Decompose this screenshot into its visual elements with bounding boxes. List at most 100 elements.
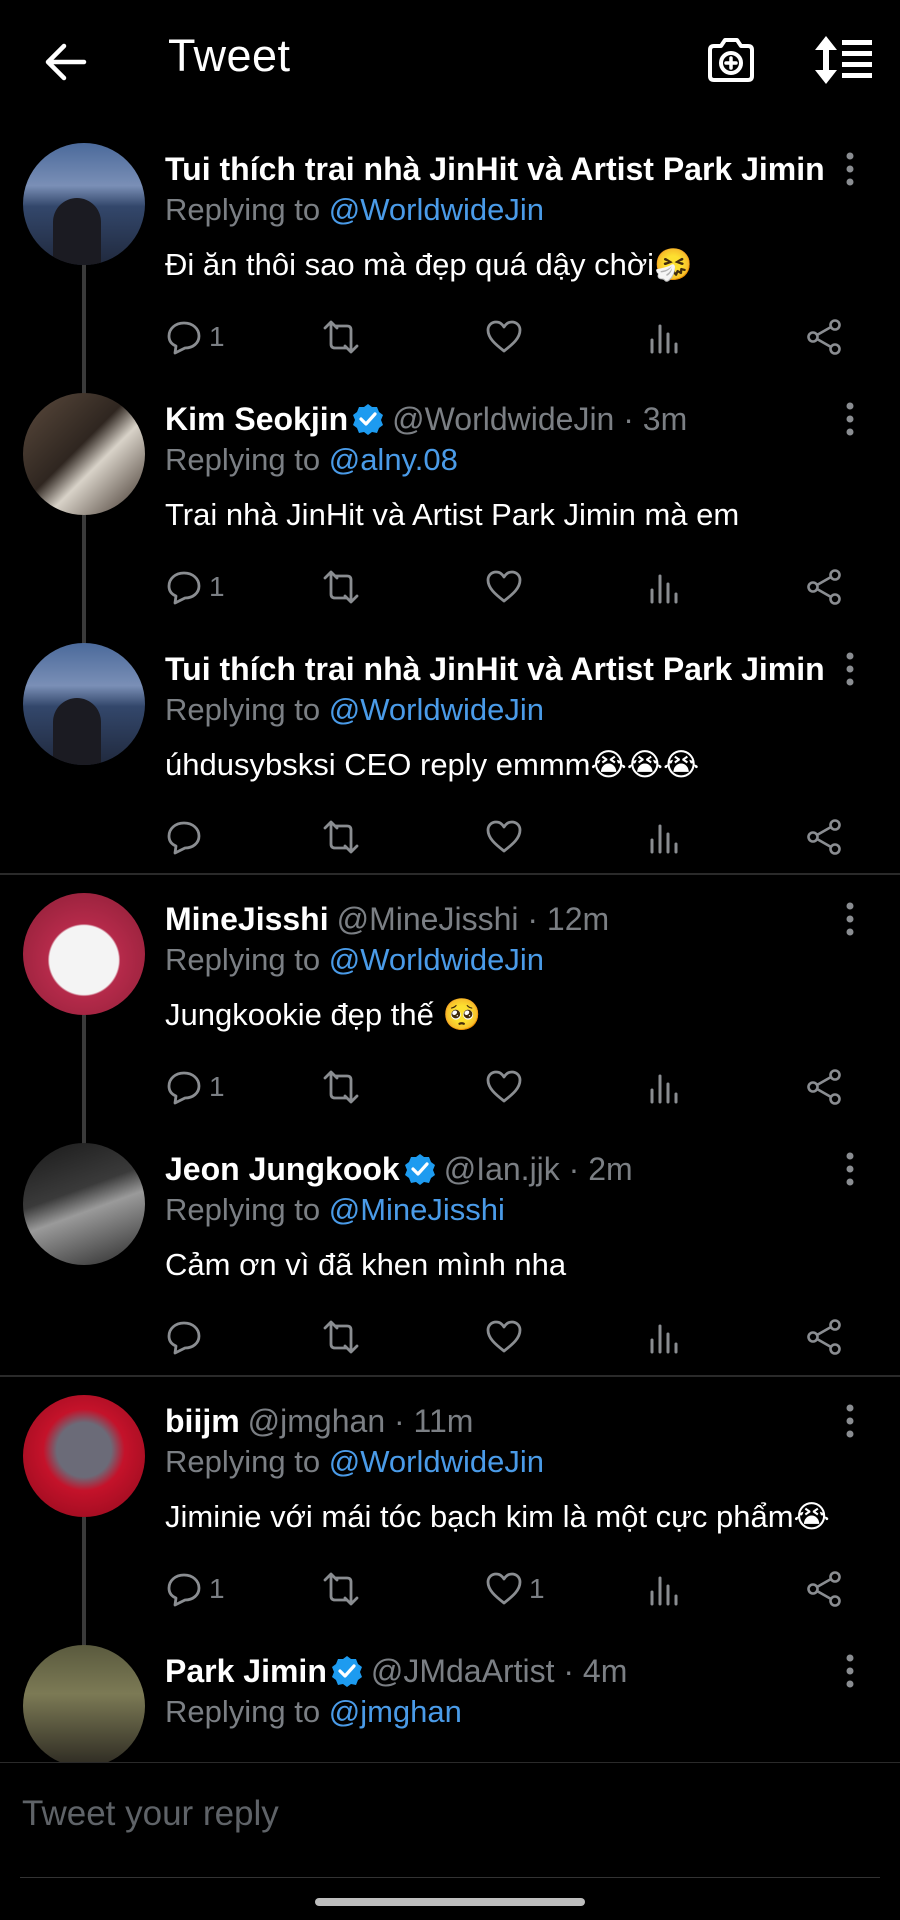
avatar[interactable] <box>23 1143 145 1265</box>
more-options-icon[interactable] <box>835 151 865 187</box>
reply-button[interactable] <box>165 813 209 861</box>
reply-button[interactable]: 1 <box>165 563 225 611</box>
analytics-button[interactable] <box>645 1063 683 1111</box>
analytics-icon <box>650 1074 678 1104</box>
tweet-item[interactable]: Tui thích trai nhà JinHit và Artist Park… <box>0 125 900 375</box>
display-name[interactable]: Tui thích trai nhà JinHit và Artist Park… <box>165 651 825 687</box>
display-name[interactable]: biijm <box>165 1403 240 1439</box>
analytics-button[interactable] <box>645 1313 683 1361</box>
replying-to-link[interactable]: @jmghan <box>329 1694 462 1729</box>
analytics-button[interactable] <box>645 313 683 361</box>
tweet-item[interactable]: MineJisshi @MineJisshi · 12m Replying to … <box>0 875 900 1125</box>
verified-badge-icon <box>404 1154 435 1185</box>
retweet-icon <box>323 1070 359 1104</box>
tweet-actions: 1 <box>0 563 900 611</box>
replying-prefix: Replying to <box>165 942 321 977</box>
retweet-button[interactable] <box>322 1313 360 1361</box>
tweet-item[interactable]: Jeon Jungkook @Ian.jjk · 2m Replying to @… <box>0 1015 900 1377</box>
display-name[interactable]: Tui thích trai nhà JinHit và Artist Park… <box>165 151 825 187</box>
arrow-left-icon[interactable] <box>40 36 92 88</box>
share-button[interactable] <box>805 813 843 861</box>
display-name[interactable]: Jeon Jungkook <box>165 1151 400 1187</box>
replying-prefix: Replying to <box>165 1694 321 1729</box>
share-icon <box>807 569 841 605</box>
tweet-header: Tui thích trai nhà JinHit và Artist Park… <box>165 647 825 691</box>
analytics-button[interactable] <box>645 1565 683 1613</box>
tweet-header: biijm @jmghan · 11m <box>165 1399 825 1443</box>
avatar[interactable] <box>23 1645 145 1762</box>
top-bar: Tweet <box>0 0 900 125</box>
retweet-button[interactable] <box>322 313 360 361</box>
tweet-item[interactable]: Park Jimin @JMdaArtist · 4m Replying to @… <box>0 1517 900 1762</box>
share-button[interactable] <box>805 1313 843 1361</box>
analytics-button[interactable] <box>645 813 683 861</box>
replying-to-link[interactable]: @MineJisshi <box>329 1192 505 1227</box>
verified-badge-icon <box>353 404 384 435</box>
reply-button[interactable]: 1 <box>165 1565 225 1613</box>
reply-button[interactable]: 1 <box>165 1063 225 1111</box>
home-indicator[interactable] <box>315 1898 585 1906</box>
share-button[interactable] <box>805 1565 843 1613</box>
reply-button[interactable]: 1 <box>165 313 225 361</box>
tweet-text: Cảm ơn vì đã khen mình nha <box>165 1247 567 1282</box>
tweet-feed[interactable]: Tui thích trai nhà JinHit và Artist Park… <box>0 125 900 1762</box>
more-options-icon[interactable] <box>835 401 865 437</box>
avatar[interactable] <box>23 143 145 265</box>
reply-input[interactable] <box>20 1783 884 1845</box>
retweet-button[interactable] <box>322 1565 360 1613</box>
like-count: 1 <box>529 1573 545 1604</box>
tweet-item[interactable]: Kim Seokjin @WorldwideJin · 3m Replying t… <box>0 265 900 625</box>
tweet-item[interactable]: biijm @jmghan · 11m Replying to @Worldwid… <box>0 1377 900 1627</box>
avatar[interactable] <box>23 393 145 515</box>
camera-plus-icon[interactable] <box>705 34 757 86</box>
avatar[interactable] <box>23 1395 145 1517</box>
retweet-button[interactable] <box>322 1063 360 1111</box>
replying-to-link[interactable]: @alny.08 <box>329 442 458 477</box>
like-button[interactable] <box>485 813 529 861</box>
reply-icon <box>167 1573 201 1607</box>
more-options-icon[interactable] <box>835 1653 865 1689</box>
heart-icon <box>486 1572 522 1605</box>
handle-time: @JMdaArtist · 4m <box>370 1653 628 1689</box>
retweet-button[interactable] <box>322 813 360 861</box>
reply-composer <box>0 1762 900 1878</box>
reply-count: 1 <box>209 321 225 352</box>
replying-prefix: Replying to <box>165 1192 321 1227</box>
analytics-button[interactable] <box>645 563 683 611</box>
thread-line <box>82 1517 86 1647</box>
share-button[interactable] <box>805 1063 843 1111</box>
more-options-icon[interactable] <box>835 1403 865 1439</box>
sort-list-icon[interactable] <box>815 34 875 86</box>
avatar[interactable] <box>23 893 145 1015</box>
reply-icon <box>167 571 201 605</box>
like-button[interactable] <box>485 1063 529 1111</box>
more-options-icon[interactable] <box>835 901 865 937</box>
replying-to-link[interactable]: @WorldwideJin <box>329 192 544 227</box>
like-button[interactable] <box>485 1313 529 1361</box>
more-options-icon[interactable] <box>835 651 865 687</box>
like-button[interactable] <box>485 563 529 611</box>
more-options-icon[interactable] <box>835 1151 865 1187</box>
reply-button[interactable] <box>165 1313 209 1361</box>
share-button[interactable] <box>805 313 843 361</box>
share-icon <box>807 1069 841 1105</box>
display-name[interactable]: MineJisshi <box>165 901 329 937</box>
display-name[interactable]: Kim Seokjin <box>165 401 348 437</box>
like-button[interactable]: 1 <box>485 1565 545 1613</box>
like-button[interactable] <box>485 313 529 361</box>
thread-line <box>82 1015 86 1145</box>
avatar[interactable] <box>23 643 145 765</box>
retweet-button[interactable] <box>322 563 360 611</box>
replying-to-link[interactable]: @WorldwideJin <box>329 1444 544 1479</box>
analytics-icon <box>650 574 678 604</box>
tweet-item[interactable]: Tui thích trai nhà JinHit và Artist Park… <box>0 515 900 875</box>
replying-prefix: Replying to <box>165 442 321 477</box>
analytics-icon <box>650 324 678 354</box>
replying-to-link[interactable]: @WorldwideJin <box>329 692 544 727</box>
heart-icon <box>486 820 522 853</box>
display-name[interactable]: Park Jimin <box>165 1653 327 1689</box>
tweet-header: Kim Seokjin @WorldwideJin · 3m <box>165 397 825 441</box>
replying-to-link[interactable]: @WorldwideJin <box>329 942 544 977</box>
handle-time: @WorldwideJin · 3m <box>392 401 688 437</box>
share-button[interactable] <box>805 563 843 611</box>
